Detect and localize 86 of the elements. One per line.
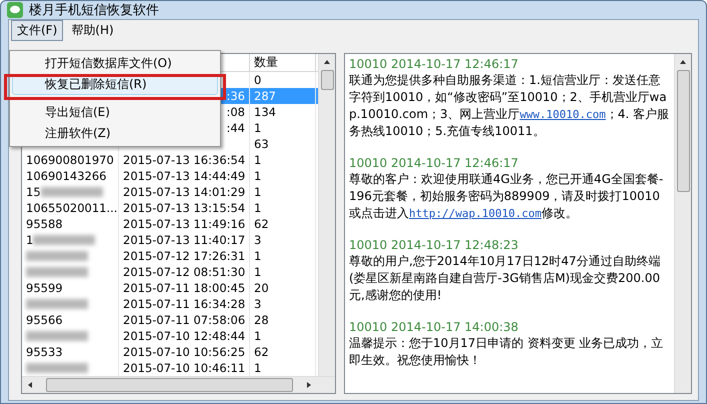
- scrollbar[interactable]: [318, 54, 335, 376]
- menu-item[interactable]: 注册软件(Z): [12, 123, 218, 144]
- list-row[interactable]: 106900801970 2015-07-13 16:36:54 1: [22, 152, 318, 168]
- column-header[interactable]: 数量: [250, 54, 316, 71]
- time-cell: 2015-07-13 13:15:54: [123, 200, 246, 216]
- time-cell: 2015-07-12 08:51:30: [123, 264, 246, 280]
- list-row[interactable]: 2015-07-12 17:26:31 1: [22, 248, 318, 264]
- number-cell: 95588: [26, 216, 63, 232]
- time-cell: 2015-07-13 16:36:54: [123, 152, 246, 168]
- count-cell: 62: [254, 216, 269, 232]
- number-cell: 95566: [26, 312, 63, 328]
- count-cell: 1: [254, 264, 262, 280]
- menu-item[interactable]: 打开短信数据库文件(O): [12, 53, 218, 74]
- message-header: 10010 2014-10-17 12:48:23: [349, 237, 520, 253]
- count-cell: 63: [254, 136, 269, 152]
- time-cell: :44: [226, 120, 245, 136]
- message-text: 尊敬的用户,您于2014年10月17日12时47分通过自助终端(娄星区新星南路自建自营厅-3G销售店M)现金交费200.00元,感谢您的使用!: [349, 253, 662, 304]
- time-cell: :36: [226, 88, 245, 104]
- scrollbar-thumb[interactable]: [46, 378, 293, 392]
- count-cell: 1: [254, 200, 262, 216]
- scrollbar-thumb[interactable]: [676, 70, 690, 192]
- time-cell: 2015-07-11 07:58:06: [123, 312, 246, 328]
- count-cell: 3: [254, 296, 262, 312]
- list-row[interactable]: 10690143266 2015-07-13 14:44:49 1: [22, 168, 318, 184]
- list-row[interactable]: 10655020011... 2015-07-13 13:15:54 1: [22, 200, 318, 216]
- list-row[interactable]: 15 2015-07-13 14:01:29 1: [22, 184, 318, 200]
- count-cell: 3: [254, 232, 262, 248]
- number-cell: 1: [26, 232, 34, 248]
- count-cell: 1: [254, 248, 262, 264]
- scroll-arrow-icon[interactable]: [305, 381, 313, 389]
- count-cell: 1: [254, 168, 262, 184]
- message-header: 10010 2014-10-17 12:46:17: [349, 56, 520, 72]
- count-cell: 1: [254, 328, 262, 344]
- number-cell: 15: [26, 184, 41, 200]
- list-row[interactable]: 1 2015-07-13 11:40:17 3: [22, 232, 318, 248]
- menu-item[interactable]: 文件(F): [11, 20, 64, 40]
- scroll-arrow-icon[interactable]: [26, 381, 34, 389]
- count-cell: 28: [254, 312, 269, 328]
- count-cell: 20: [254, 280, 269, 296]
- message-link[interactable]: http://wap.10010.com: [409, 207, 542, 220]
- number-cell: 95533: [26, 344, 63, 360]
- list-row[interactable]: 95533 2015-07-10 10:56:25 62: [22, 344, 318, 360]
- list-row[interactable]: 95599 2015-07-11 18:00:45 20: [22, 280, 318, 296]
- time-cell: 2015-07-12 17:26:31: [123, 248, 246, 264]
- time-cell: 2015-07-10 10:46:11: [123, 360, 246, 376]
- number-cell: 10655020011...: [26, 200, 118, 216]
- time-cell: 2015-07-11 16:34:28: [123, 296, 246, 312]
- window-title: 楼月手机短信恢复软件: [29, 2, 159, 19]
- chat-bubble-icon: [7, 2, 23, 18]
- list-row[interactable]: 95566 2015-07-11 07:58:06 28: [22, 312, 318, 328]
- horizontal-scrollbar[interactable]: [22, 376, 335, 393]
- count-cell: 287: [254, 88, 276, 104]
- count-cell: 1: [254, 120, 262, 136]
- number-cell: 106900801970: [26, 152, 114, 168]
- message-text: 尊敬的客户：欢迎使用联通4G业务，您已开通4G全国套餐-196元套餐，初始服务密码为889909，请及时拨打10010或点击进入http://wap.10010.com修改。: [349, 171, 664, 222]
- message-header: 10010 2014-10-17 12:46:17: [349, 155, 520, 171]
- time-cell: :08: [226, 104, 245, 120]
- count-cell: 1: [254, 184, 262, 200]
- menu-item[interactable]: 帮助(H): [65, 20, 120, 40]
- list-row[interactable]: 2015-07-12 08:51:30 1: [22, 264, 318, 280]
- count-cell: 0: [254, 72, 262, 88]
- list-row[interactable]: 2015-07-11 16:34:28 3: [22, 296, 318, 312]
- scroll-arrow-icon[interactable]: [323, 58, 331, 66]
- scrollbar[interactable]: [674, 54, 691, 393]
- message-text: 温馨提示：您于10月17日申请的 资料变更 业务已成功，立即生效。祝您使用愉快！: [349, 335, 664, 369]
- time-cell: 2015-07-13 14:01:29: [123, 184, 246, 200]
- message-text: 联通为您提供多种自助服务渠道：1.短信营业厅：发送任意字符到10010，如“修改密码”至10010；2、手机营业厅wap.10010.com；3、网上营业厅www.10010.com；4. 客户服务热线10010；5.充值专线10011。: [349, 72, 670, 140]
- time-cell: 2015-07-11 18:00:45: [123, 280, 246, 296]
- menu-item[interactable]: 导出短信(E): [12, 102, 218, 123]
- time-cell: 2015-07-10 10:56:25: [123, 344, 246, 360]
- number-cell: 95599: [26, 280, 63, 296]
- message-link[interactable]: www.10010.com: [520, 108, 606, 121]
- time-cell: 2015-07-13 14:44:49: [123, 168, 246, 184]
- time-cell: 2015-07-13 11:49:16: [123, 216, 246, 232]
- number-cell: 10690143266: [26, 168, 106, 184]
- scroll-arrow-icon[interactable]: [679, 58, 687, 66]
- time-cell: 2015-07-10 12:48:44: [123, 328, 246, 344]
- time-cell: 2015-07-13 11:40:17: [123, 232, 246, 248]
- scrollbar-thumb[interactable]: [320, 70, 334, 90]
- count-cell: 62: [254, 344, 269, 360]
- count-cell: 1: [254, 360, 262, 376]
- count-cell: 134: [254, 104, 276, 120]
- count-cell: 1: [254, 152, 262, 168]
- message-header: 10010 2014-10-17 14:00:38: [349, 319, 520, 335]
- list-row[interactable]: 2015-07-10 12:48:44 1: [22, 328, 318, 344]
- list-row[interactable]: 95588 2015-07-13 11:49:16 62: [22, 216, 318, 232]
